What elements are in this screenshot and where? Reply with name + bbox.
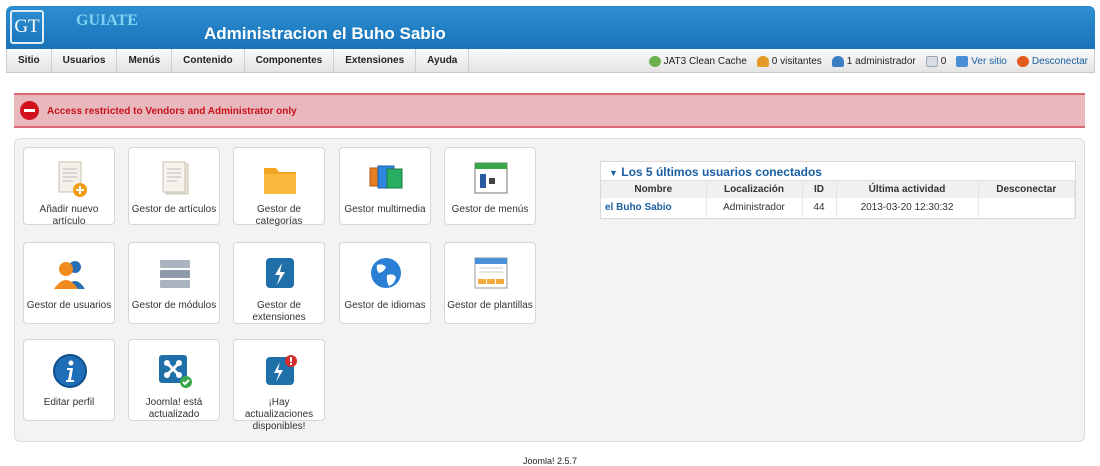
add-article-icon	[58, 161, 87, 197]
user-last-activity: 2013-03-20 12:30:32	[836, 197, 979, 217]
view-site-label: Ver sitio	[971, 55, 1007, 67]
menu-item-menus[interactable]: Menús	[117, 49, 173, 73]
quickicon-category-manager[interactable]: Gestor de categorías	[233, 147, 325, 227]
col-header-logout: Desconectar	[978, 180, 1075, 198]
quickicon-add-article[interactable]: Añadir nuevo artículo	[23, 147, 115, 227]
col-header-name: Nombre	[601, 180, 707, 198]
visitors-status: 0 visitantes	[756, 55, 822, 67]
extensions-icon	[266, 258, 294, 288]
quickicon-label: Gestor multimedia	[344, 204, 426, 215]
globe-icon	[371, 258, 401, 288]
status-area: JAT3 Clean Cache 0 visitantes 1 administ…	[648, 49, 1088, 73]
quickicon-label: Gestor de extensiones	[252, 300, 306, 323]
table-header-row: Nombre Localización ID Última actividad …	[601, 180, 1075, 198]
user-name-link[interactable]: el Buho Sabio	[601, 197, 707, 217]
quickicon-label: Gestor de usuarios	[26, 300, 112, 311]
site-logo: GT	[10, 10, 44, 44]
quickicon-label: Gestor de idiomas	[344, 300, 426, 311]
page-title: Administracion el Buho Sabio	[204, 24, 446, 43]
admins-count: 1 administrador	[846, 55, 916, 67]
user-id: 44	[802, 197, 837, 217]
menu-item-usuarios[interactable]: Usuarios	[52, 49, 118, 73]
user-location: Administrador	[706, 197, 803, 217]
quickicon-module-manager[interactable]: Gestor de módulos	[128, 242, 220, 324]
visitors-icon	[756, 55, 769, 67]
footer-version: Joomla! 2.5.7	[522, 456, 578, 466]
quickicon-extension-manager[interactable]: Gestor de extensiones	[233, 242, 325, 324]
menu-item-sitio[interactable]: Sitio	[7, 49, 52, 73]
menu-manager-icon	[474, 162, 508, 194]
quickicon-menu-manager[interactable]: Gestor de menús	[444, 147, 536, 225]
col-header-last-activity: Última actividad	[836, 180, 979, 198]
quickicon-joomla-updated[interactable]: Joomla! está actualizado	[128, 339, 220, 421]
access-alert: Access restricted to Vendors and Adminis…	[14, 93, 1085, 128]
users-icon	[54, 261, 85, 289]
view-site-link[interactable]: Ver sitio	[956, 55, 1007, 67]
updates-icon	[266, 355, 297, 385]
last-users-module: ▼ Los 5 últimos usuarios conectados Nomb…	[600, 161, 1076, 219]
quickicon-label: Gestor de categorías	[255, 204, 303, 227]
mail-icon	[925, 55, 938, 67]
col-header-id: ID	[802, 180, 837, 198]
admin-user-icon	[831, 55, 844, 67]
quickicon-media-manager[interactable]: Gestor multimedia	[339, 147, 431, 225]
power-icon	[1016, 55, 1029, 67]
visitors-count: 0 visitantes	[771, 55, 822, 67]
quickicon-user-manager[interactable]: Gestor de usuarios	[23, 242, 115, 324]
quickicon-article-manager[interactable]: Gestor de artículos	[128, 147, 220, 225]
menu-item-contenido[interactable]: Contenido	[172, 49, 245, 73]
no-entry-icon	[20, 101, 39, 120]
clean-cache-link[interactable]: JAT3 Clean Cache	[648, 55, 747, 67]
quickicon-label: ¡Hay actualizaciones disponibles!	[244, 397, 314, 432]
quickicon-edit-profile[interactable]: Editar perfil	[23, 339, 115, 421]
info-icon	[53, 354, 87, 388]
user-logout-cell	[978, 197, 1075, 217]
folder-icon	[264, 168, 296, 194]
admins-status: 1 administrador	[831, 55, 916, 67]
quickicon-label: Gestor de plantillas	[447, 300, 533, 311]
brand-name: GUIATE	[76, 12, 138, 29]
logout-label: Desconectar	[1031, 55, 1088, 67]
table-row: el Buho Sabio Administrador 44 2013-03-2…	[601, 197, 1075, 217]
quickicon-label: Gestor de menús	[451, 204, 529, 215]
menu-bar: Sitio Usuarios Menús Contenido Component…	[6, 49, 1095, 73]
collapse-arrow-icon: ▼	[609, 168, 618, 178]
messages-count: 0	[940, 55, 947, 67]
header-bar: GT GUIATE Administracion el Buho Sabio	[6, 6, 1095, 49]
article-manager-icon	[162, 161, 189, 195]
quickicon-label: Joomla! está actualizado	[145, 397, 203, 420]
module-title-text: Los 5 últimos usuarios conectados	[621, 165, 822, 179]
module-title[interactable]: ▼ Los 5 últimos usuarios conectados	[609, 165, 822, 179]
last-users-table: Nombre Localización ID Última actividad …	[601, 180, 1075, 217]
quickicon-label: Editar perfil	[43, 397, 95, 408]
recycle-icon	[648, 55, 661, 67]
modules-icon	[160, 260, 190, 288]
alert-message: Access restricted to Vendors and Adminis…	[47, 106, 297, 117]
menu-item-ayuda[interactable]: Ayuda	[416, 49, 470, 73]
quickicon-label: Añadir nuevo artículo	[39, 204, 99, 227]
messages-link[interactable]: 0	[925, 55, 947, 67]
logout-link[interactable]: Desconectar	[1016, 55, 1088, 67]
media-icon	[369, 165, 403, 189]
col-header-location: Localización	[706, 180, 803, 198]
quickicon-updates-available[interactable]: ¡Hay actualizaciones disponibles!	[233, 339, 325, 432]
quickicon-template-manager[interactable]: Gestor de plantillas	[444, 242, 536, 324]
menu-item-extensiones[interactable]: Extensiones	[334, 49, 417, 73]
menu-item-componentes[interactable]: Componentes	[245, 49, 335, 73]
quickicon-language-manager[interactable]: Gestor de idiomas	[339, 242, 431, 324]
quickicon-label: Gestor de artículos	[131, 204, 217, 215]
clean-cache-label: JAT3 Clean Cache	[663, 55, 747, 67]
monitor-icon	[956, 55, 969, 67]
joomla-icon	[159, 355, 192, 388]
templates-icon	[474, 257, 508, 289]
quickicon-label: Gestor de módulos	[131, 300, 217, 311]
main-menu: Sitio Usuarios Menús Contenido Component…	[7, 49, 470, 73]
